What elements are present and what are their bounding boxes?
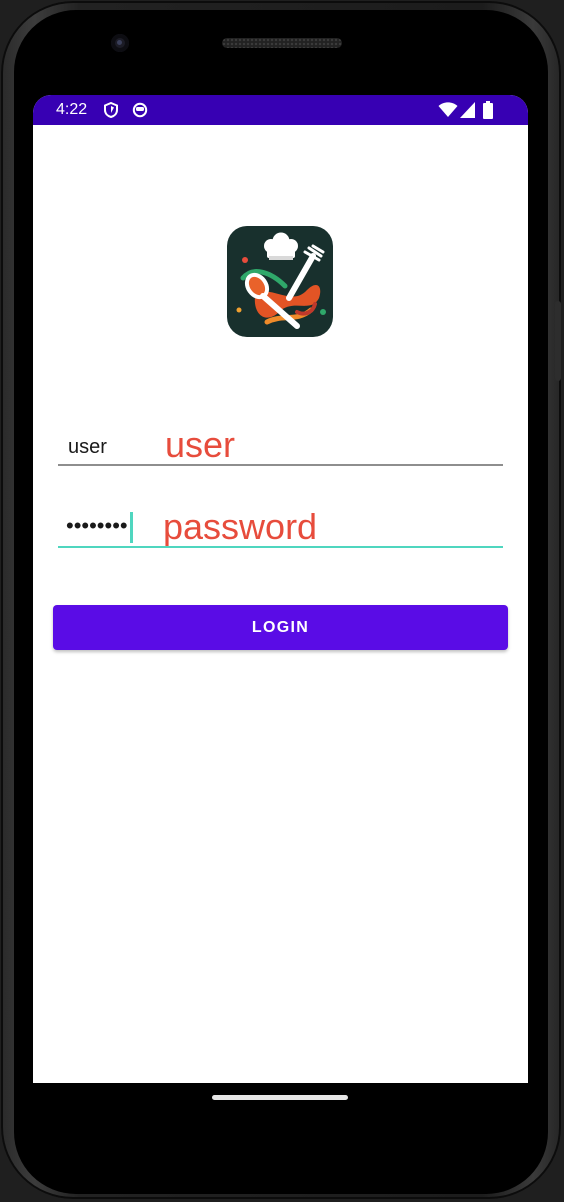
status-time: 4:22 (56, 101, 88, 118)
earpiece-speaker (222, 38, 342, 48)
battery-icon (483, 101, 493, 124)
text-cursor (130, 512, 133, 543)
front-camera (111, 34, 129, 52)
shield-icon (104, 101, 118, 123)
home-gesture-bar[interactable] (212, 1095, 348, 1100)
robot-face-icon (132, 102, 148, 123)
username-hint: user (165, 424, 236, 465)
power-button (555, 301, 561, 381)
app-screen: 4:22 user user •••••••• password LOGIN (33, 95, 528, 1083)
status-bar: 4:22 (33, 95, 528, 125)
wifi-icon (438, 102, 458, 123)
password-underline (58, 546, 503, 548)
cellular-signal-icon (460, 102, 475, 123)
password-hint: password (163, 506, 318, 547)
password-input[interactable]: •••••••• (66, 513, 128, 539)
app-logo (227, 226, 333, 337)
login-button[interactable]: LOGIN (53, 605, 508, 650)
username-underline (58, 464, 503, 466)
username-input[interactable]: user (68, 436, 107, 459)
